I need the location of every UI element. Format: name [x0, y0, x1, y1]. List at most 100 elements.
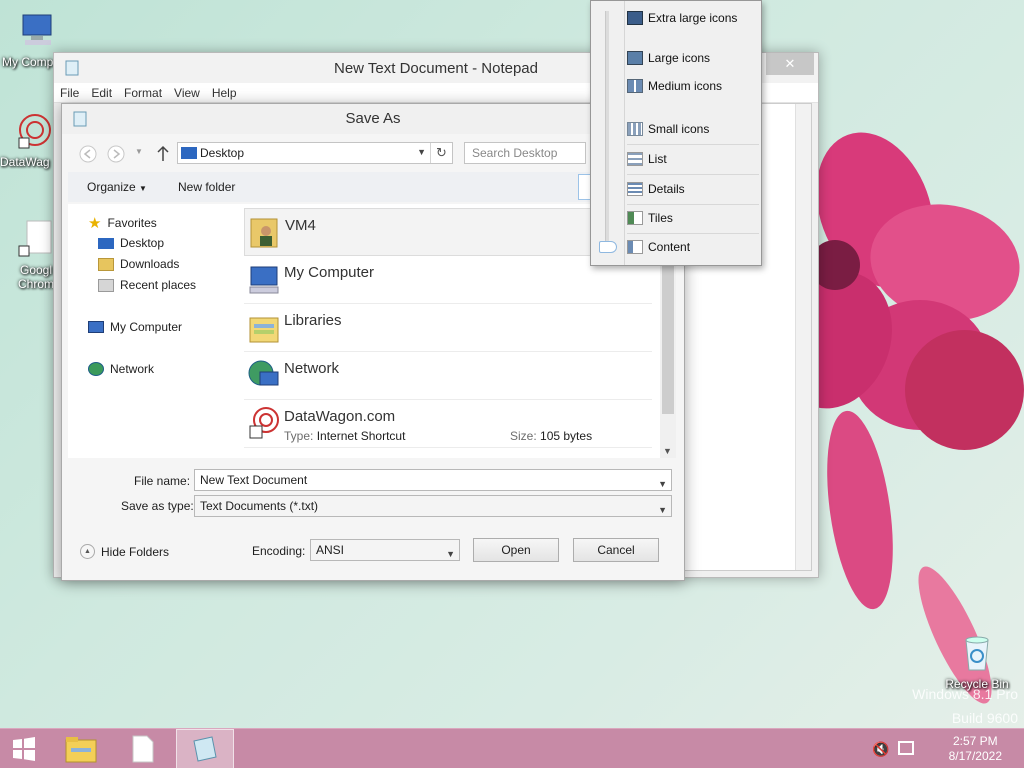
menu-divider	[627, 174, 759, 175]
cancel-button[interactable]: Cancel	[573, 538, 659, 562]
list-item[interactable]: Network	[244, 352, 652, 400]
nav-network[interactable]: Network	[88, 362, 154, 376]
view-tiles[interactable]: Tiles	[627, 205, 759, 231]
file-size-label: Size:	[510, 429, 537, 443]
menu-view[interactable]: View	[168, 83, 206, 103]
save-as-type-select[interactable]: Text Documents (*.txt) ▼	[194, 495, 672, 517]
taskbar-document[interactable]	[114, 729, 172, 768]
chevron-down-icon[interactable]: ▼	[658, 474, 667, 494]
windows-logo-icon	[13, 737, 35, 761]
desktop-folder-icon	[98, 237, 114, 249]
file-name: DataWagon.com	[284, 408, 396, 425]
view-slider-thumb[interactable]	[599, 241, 617, 253]
view-extra-large-icons[interactable]: Extra large icons	[627, 5, 759, 31]
list-item[interactable]: Libraries	[244, 304, 652, 352]
recent-locations-icon[interactable]: ▼	[135, 147, 143, 156]
list-item[interactable]: DataWagon.com Type: Internet Shortcut Si…	[244, 400, 652, 448]
clock-time: 2:57 PM	[952, 734, 998, 748]
file-name: VM4	[285, 217, 316, 234]
details-view-icon	[627, 182, 643, 196]
nav-label: My Computer	[110, 320, 183, 334]
chevron-up-icon: ▲	[80, 544, 95, 559]
nav-recent-places[interactable]: Recent places	[98, 278, 196, 292]
up-arrow-icon[interactable]	[155, 144, 171, 164]
menu-edit[interactable]: Edit	[85, 83, 118, 103]
refresh-icon[interactable]: ↻	[430, 143, 452, 163]
star-icon: ★	[88, 215, 102, 232]
nav-label: Recent places	[120, 278, 197, 292]
menu-separator	[624, 1, 625, 265]
notepad-icon	[193, 736, 217, 762]
organize-button[interactable]: Organize ▼	[87, 180, 147, 194]
recycle-bin-icon	[965, 636, 989, 671]
tiles-view-icon	[627, 211, 643, 225]
menu-file[interactable]: File	[54, 83, 85, 103]
address-bar[interactable]: Desktop ▼ ↻	[177, 142, 453, 164]
view-medium-icons[interactable]: Medium icons	[627, 73, 759, 99]
start-button[interactable]	[0, 729, 48, 768]
encoding-select[interactable]: ANSI ▼	[310, 539, 460, 561]
computer-icon	[249, 266, 279, 294]
medium-icons-icon	[627, 79, 643, 93]
taskbar-notepad[interactable]	[176, 729, 234, 768]
chevron-down-icon[interactable]: ▼	[658, 500, 667, 520]
network-icon	[248, 360, 279, 386]
file-name-field[interactable]: New Text Document ▼	[194, 469, 672, 491]
volume-muted-icon[interactable]: 🔇	[872, 741, 889, 758]
desktop-icon-recycle-bin[interactable]: Recycle Bin	[942, 632, 1012, 691]
nav-desktop[interactable]: Desktop	[98, 236, 164, 250]
notepad-scrollbar[interactable]	[795, 104, 811, 570]
chevron-down-icon[interactable]: ▼	[446, 544, 455, 564]
scroll-down-icon[interactable]: ▼	[663, 446, 672, 456]
menu-item-label: List	[648, 152, 667, 166]
open-button[interactable]: Open	[473, 538, 559, 562]
nav-my-computer[interactable]: My Computer	[88, 320, 182, 334]
file-size-value: 105 bytes	[540, 429, 593, 443]
windows-build-watermark: Build 9600	[951, 710, 1018, 726]
chevron-down-icon[interactable]: ▼	[417, 147, 426, 157]
menu-item-label: Extra large icons	[648, 11, 738, 25]
view-small-icons[interactable]: Small icons	[627, 116, 759, 142]
user-folder-icon	[250, 218, 278, 248]
search-input[interactable]: Search Desktop	[464, 142, 586, 164]
view-large-icons[interactable]: Large icons	[627, 45, 759, 71]
desktop-folder-icon	[181, 147, 197, 159]
taskbar-file-explorer[interactable]	[52, 729, 110, 768]
large-icons-icon	[627, 51, 643, 65]
file-name-value: New Text Document	[200, 473, 308, 487]
small-icons-icon	[627, 122, 643, 136]
nav-favorites[interactable]: ★ Favorites	[88, 214, 157, 232]
file-type-label: Type:	[284, 429, 314, 443]
menu-help[interactable]: Help	[206, 83, 243, 103]
dialog-title: Save As	[345, 110, 401, 127]
menu-format[interactable]: Format	[118, 83, 168, 103]
menu-item-label: Medium icons	[648, 79, 723, 93]
taskbar: 🔇 2:57 PM 8/17/2022	[0, 728, 1024, 768]
file-size: Size: 105 bytes	[510, 429, 592, 443]
nav-label: Network	[110, 362, 155, 376]
view-details[interactable]: Details	[627, 176, 759, 202]
clock[interactable]: 2:57 PM 8/17/2022	[949, 734, 1002, 764]
new-folder-button[interactable]: New folder	[178, 180, 235, 194]
content-view-icon	[627, 240, 643, 254]
view-slider-track[interactable]	[605, 11, 609, 251]
forward-icon[interactable]	[106, 144, 126, 164]
windows-edition-watermark: Windows 8.1 Pro	[912, 686, 1018, 702]
notepad-icon	[73, 111, 87, 127]
network-status-icon[interactable]	[898, 741, 914, 755]
folder-icon	[65, 737, 97, 763]
notepad-close-button[interactable]: ✕	[766, 53, 814, 75]
clock-date: 8/17/2022	[948, 749, 1002, 763]
encoding-value: ANSI	[316, 543, 345, 557]
view-list[interactable]: List	[627, 146, 759, 172]
hide-folders-button[interactable]: ▲ Hide Folders	[80, 544, 169, 559]
computer-icon	[88, 321, 104, 333]
nav-downloads[interactable]: Downloads	[98, 257, 179, 271]
extra-large-icons-icon	[627, 11, 643, 25]
nav-label: Desktop	[120, 236, 165, 250]
file-name: Libraries	[284, 312, 342, 329]
back-icon[interactable]	[78, 144, 98, 164]
chevron-down-icon: ▼	[139, 184, 147, 193]
view-content[interactable]: Content	[627, 234, 759, 260]
menu-item-label: Large icons	[648, 51, 711, 65]
